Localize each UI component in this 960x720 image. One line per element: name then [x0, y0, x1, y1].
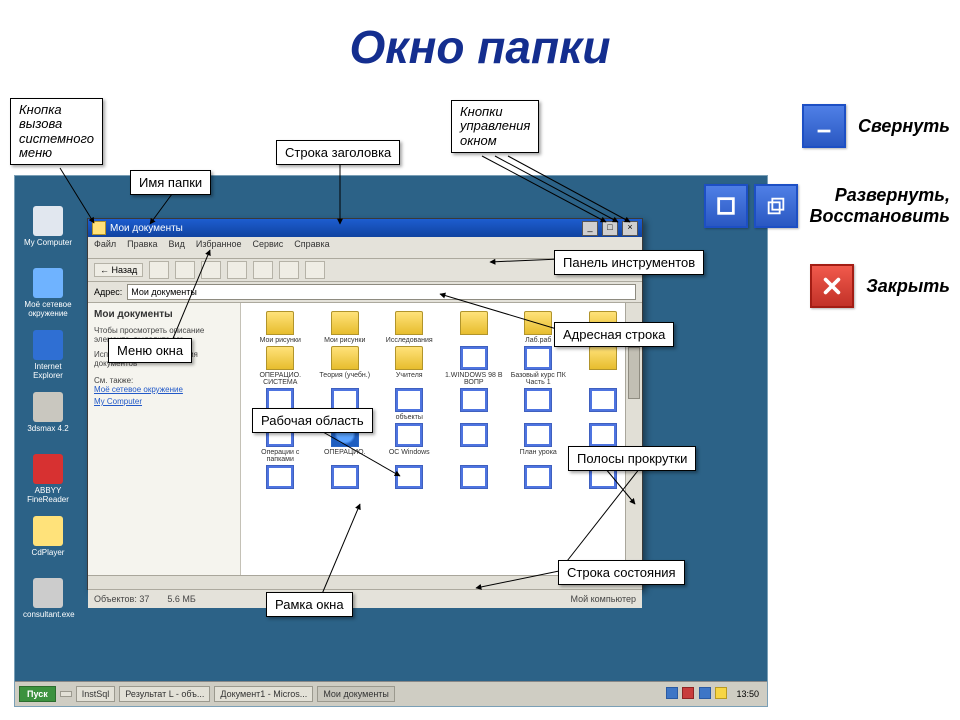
close-icon [810, 264, 854, 308]
file-item[interactable] [378, 465, 441, 491]
tray-icon[interactable] [715, 687, 727, 699]
desktop-icon[interactable]: Internet Explorer [23, 330, 73, 380]
slide: Окно папки Кнопка вызова системного меню… [0, 0, 960, 720]
tool-button[interactable] [201, 261, 221, 279]
desktop-icon[interactable]: consultant.exe [23, 578, 73, 619]
scroll-thumb[interactable] [628, 347, 640, 399]
legend: Свернуть Развернуть, Восстановить Закрыт… [780, 104, 950, 344]
left-link[interactable]: My Computer [94, 397, 234, 406]
file-item[interactable]: Мои рисунки [314, 311, 377, 344]
title-bar[interactable]: Мои документы _ □ × [88, 219, 642, 237]
desktop-icon[interactable]: CdPlayer [23, 516, 73, 557]
file-item[interactable] [443, 423, 506, 463]
file-item[interactable] [314, 465, 377, 491]
tool-button[interactable] [305, 261, 325, 279]
file-item[interactable]: ОС Windows [378, 423, 441, 463]
file-item[interactable] [507, 465, 570, 491]
menu-item[interactable]: Сервис [252, 239, 283, 256]
legend-minimize: Свернуть [858, 116, 950, 137]
menu-item[interactable]: Правка [127, 239, 157, 256]
tray-icon[interactable] [666, 687, 678, 699]
file-item[interactable]: 1.WINDOWS 98 В ВОПР [443, 346, 506, 386]
legend-close: Закрыть [866, 276, 950, 297]
tray[interactable] [665, 687, 729, 701]
taskbar-item[interactable]: Мои документы [317, 686, 395, 702]
callout-ctrlbtn: Кнопки управления окном [451, 100, 539, 153]
menu-item[interactable]: Вид [169, 239, 185, 256]
addr-field[interactable]: Мои документы [127, 284, 636, 300]
restore-icon [754, 184, 798, 228]
taskbar-item[interactable]: Документ1 - Micros... [214, 686, 313, 702]
maximize-button[interactable]: □ [602, 221, 618, 236]
desktop-icon[interactable]: 3dsmax 4.2 [23, 392, 73, 433]
back-button[interactable]: ← Назад [94, 263, 143, 277]
taskbar-item[interactable] [60, 691, 72, 697]
left-heading: Мои документы [94, 309, 234, 320]
tool-button[interactable] [149, 261, 169, 279]
file-item[interactable]: Мои рисунки [249, 311, 312, 344]
callout-frame: Рамка окна [266, 592, 353, 617]
file-item[interactable] [443, 388, 506, 421]
callout-foldername: Имя папки [130, 170, 211, 195]
address-bar: Адрес: Мои документы [88, 282, 642, 303]
file-item[interactable] [249, 465, 312, 491]
desktop-icon[interactable]: Моё сетевое окружение [23, 268, 73, 318]
desktop-icon[interactable]: My Computer [23, 206, 73, 247]
callout-winmenu: Меню окна [108, 338, 192, 363]
slide-title: Окно папки [0, 20, 960, 74]
tool-button[interactable] [253, 261, 273, 279]
callout-titlebar: Строка заголовка [276, 140, 400, 165]
tray-icon[interactable] [682, 687, 694, 699]
file-item[interactable]: Базовый курс ПК Часть 1 [507, 346, 570, 386]
tool-button[interactable] [175, 261, 195, 279]
minimize-icon [802, 104, 846, 148]
taskbar: Пуск InstSql Результат L - объ... Докуме… [15, 681, 767, 706]
close-button[interactable]: × [622, 221, 638, 236]
file-item[interactable] [443, 465, 506, 491]
minimize-button[interactable]: _ [582, 221, 598, 236]
taskbar-item[interactable]: Результат L - объ... [119, 686, 210, 702]
file-item[interactable]: Учителя [378, 346, 441, 386]
taskbar-item[interactable]: InstSql [76, 686, 116, 702]
maximize-icon [704, 184, 748, 228]
left-see: См. также: [94, 376, 234, 385]
window-title: Мои документы [110, 223, 183, 234]
callout-statusbar: Строка состояния [558, 560, 685, 585]
callout-scroll: Полосы прокрутки [568, 446, 696, 471]
file-item[interactable]: Теория (учебн.) [314, 346, 377, 386]
file-item[interactable]: Исследования [378, 311, 441, 344]
tray-icon[interactable] [699, 687, 711, 699]
menu-item[interactable]: Избранное [196, 239, 242, 256]
callout-sysmenu: Кнопка вызова системного меню [10, 98, 103, 165]
legend-maxrest: Развернуть, Восстановить [810, 185, 950, 226]
callout-toolbar: Панель инструментов [554, 250, 704, 275]
clock: 13:50 [732, 689, 763, 699]
status-bar: Объектов: 37 5.6 МБ Мой компьютер [88, 589, 642, 608]
file-item[interactable]: объекты [378, 388, 441, 421]
menu-item[interactable]: Файл [94, 239, 116, 256]
tool-button[interactable] [227, 261, 247, 279]
addr-label: Адрес: [94, 287, 122, 297]
callout-work: Рабочая область [252, 408, 373, 433]
file-item[interactable]: План урока [507, 423, 570, 463]
tool-button[interactable] [279, 261, 299, 279]
status-size: 5.6 МБ [167, 594, 195, 604]
menu-item[interactable]: Справка [294, 239, 329, 256]
file-item[interactable]: ОПЕРАЦИО. СИСТЕМА [249, 346, 312, 386]
sysmenu-icon[interactable] [92, 221, 106, 235]
file-item[interactable] [507, 388, 570, 421]
left-link[interactable]: Моё сетевое окружение [94, 385, 234, 394]
callout-addrbar: Адресная строка [554, 322, 674, 347]
desktop-icon[interactable]: ABBYY FineReader [23, 454, 73, 504]
status-loc: Мой компьютер [570, 594, 636, 604]
status-objects: Объектов: 37 [94, 594, 149, 604]
start-button[interactable]: Пуск [19, 686, 56, 702]
file-item[interactable] [443, 311, 506, 344]
